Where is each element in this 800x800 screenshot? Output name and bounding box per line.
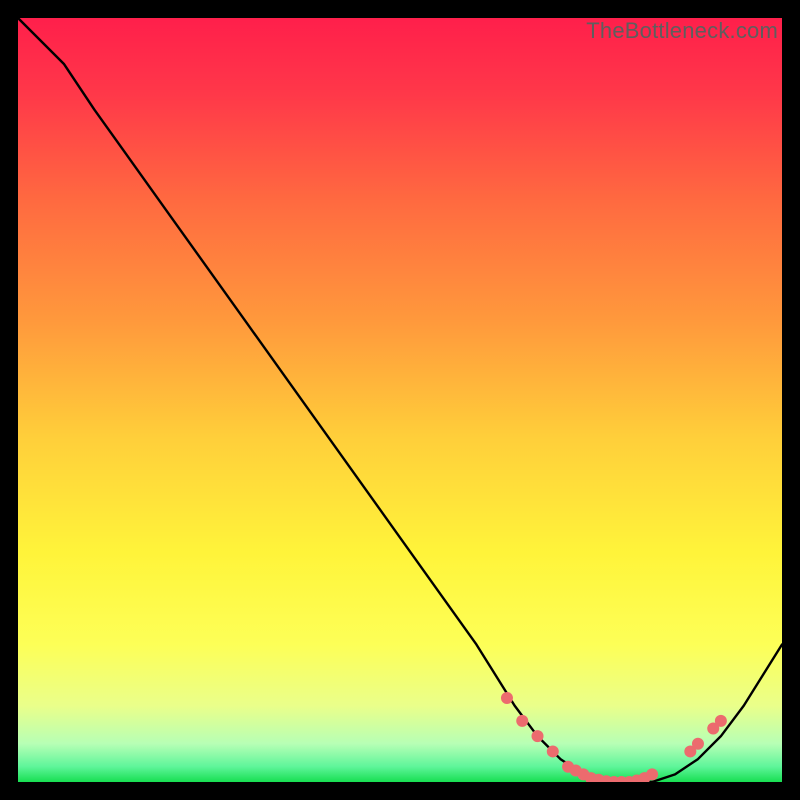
trough-marker <box>547 745 559 757</box>
trough-marker <box>646 768 658 780</box>
chart-background <box>18 18 782 782</box>
chart-svg <box>18 18 782 782</box>
chart-frame: TheBottleneck.com <box>18 18 782 782</box>
trough-marker <box>692 738 704 750</box>
trough-marker <box>516 715 528 727</box>
trough-marker <box>501 692 513 704</box>
watermark-text: TheBottleneck.com <box>586 18 778 44</box>
trough-marker <box>532 730 544 742</box>
trough-marker <box>715 715 727 727</box>
